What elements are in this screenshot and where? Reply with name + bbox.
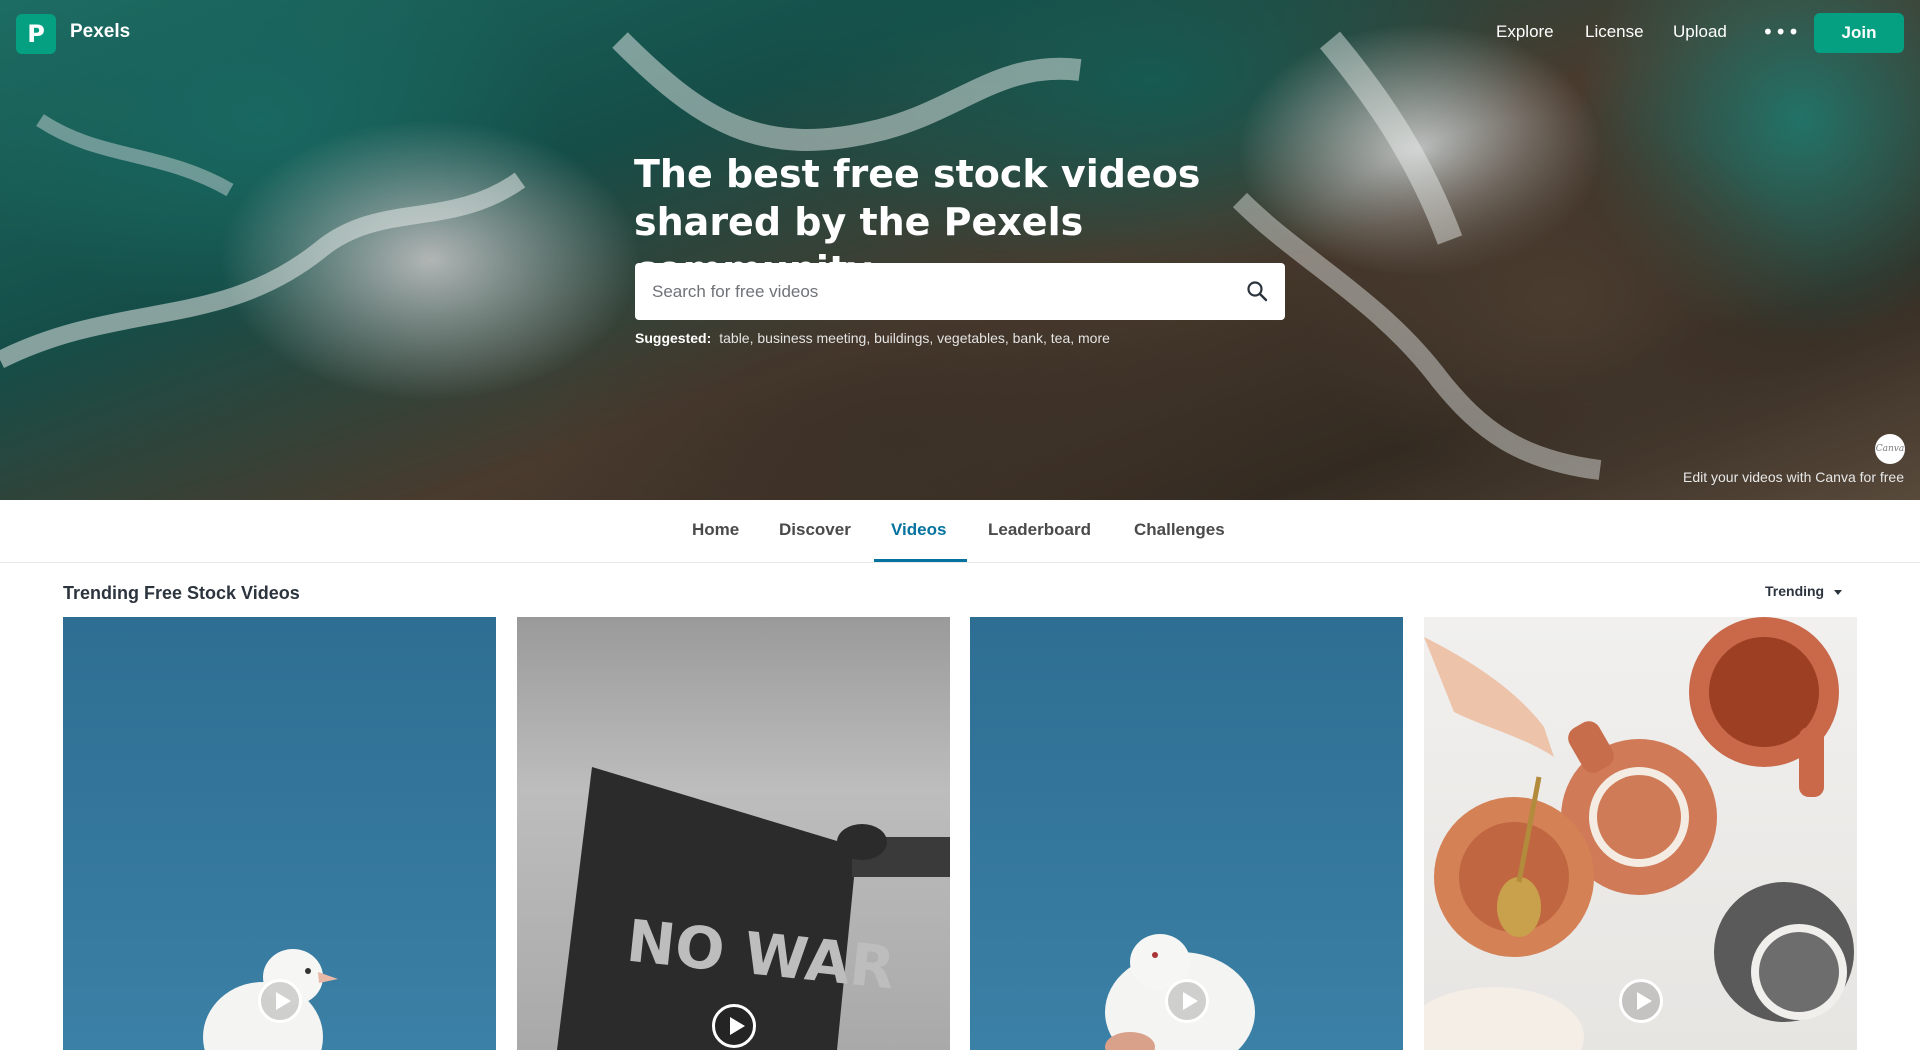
search-bar xyxy=(635,263,1285,320)
brand-name[interactable]: Pexels xyxy=(70,21,130,43)
video-card[interactable] xyxy=(970,617,1403,1050)
canva-promo-link[interactable]: Edit your videos with Canva for free xyxy=(1683,469,1904,485)
tab-discover[interactable]: Discover xyxy=(779,520,851,540)
tab-challenges[interactable]: Challenges xyxy=(1134,520,1225,540)
tab-leaderboard[interactable]: Leaderboard xyxy=(988,520,1091,540)
suggested-label: Suggested: xyxy=(635,330,712,346)
suggested-searches: Suggested: table, business meeting, build… xyxy=(635,330,1110,346)
nav-explore[interactable]: Explore xyxy=(1496,22,1554,42)
search-input[interactable] xyxy=(652,263,1212,320)
section-title: Trending Free Stock Videos xyxy=(63,583,300,603)
top-navigation: P Pexels Explore License Upload ••• Join xyxy=(0,0,1920,66)
more-menu-icon[interactable]: ••• xyxy=(1762,20,1800,44)
search-icon[interactable] xyxy=(1245,279,1269,303)
canva-logo-icon[interactable]: Canva xyxy=(1875,434,1905,464)
no-war-sign-text: NO WAR xyxy=(624,907,899,1003)
video-card[interactable] xyxy=(1424,617,1857,1050)
nav-upload[interactable]: Upload xyxy=(1673,22,1727,42)
nav-license[interactable]: License xyxy=(1585,22,1644,42)
tab-home[interactable]: Home xyxy=(692,520,739,540)
video-card[interactable] xyxy=(63,617,496,1050)
play-icon[interactable] xyxy=(258,979,302,1023)
pexels-logo-icon[interactable]: P xyxy=(16,14,56,54)
sort-dropdown[interactable]: Trending xyxy=(1765,583,1824,599)
tab-videos[interactable]: Videos xyxy=(891,520,946,540)
active-tab-indicator xyxy=(874,559,967,562)
play-icon[interactable] xyxy=(1619,979,1663,1023)
join-button[interactable]: Join xyxy=(1814,13,1904,53)
chevron-down-icon[interactable] xyxy=(1834,590,1842,595)
video-card[interactable]: NO WAR xyxy=(517,617,950,1050)
suggested-tags[interactable]: table, business meeting, buildings, vege… xyxy=(719,330,1110,346)
play-icon[interactable] xyxy=(1165,979,1209,1023)
section-tabs: Home Discover Videos Leaderboard Challen… xyxy=(0,500,1920,563)
play-icon[interactable] xyxy=(712,1004,756,1048)
no-war-label: NO WAR xyxy=(624,907,899,1003)
